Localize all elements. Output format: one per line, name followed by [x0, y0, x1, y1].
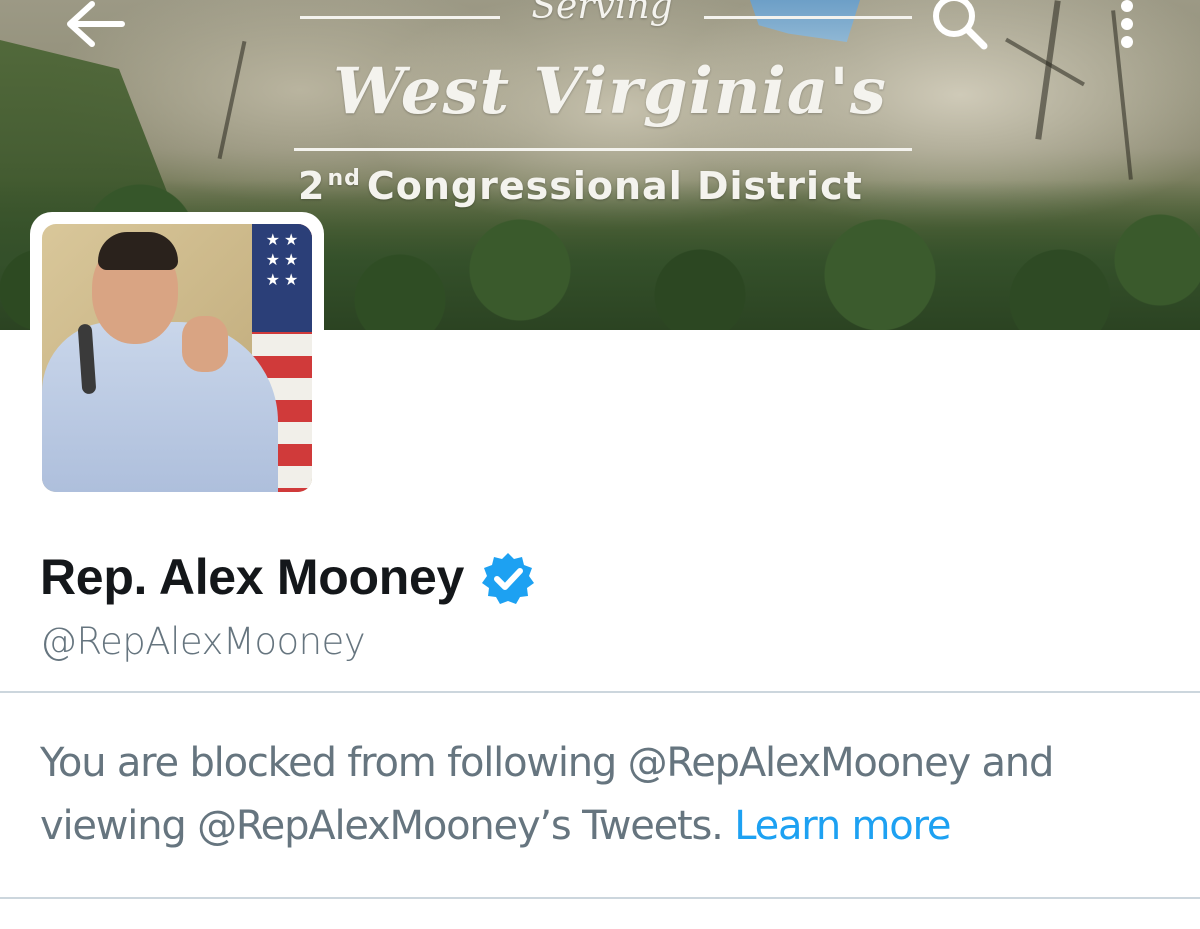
- avatar-hair: [98, 232, 178, 270]
- district-number: 2: [298, 164, 326, 208]
- banner-serving-text: Serving: [531, 0, 673, 27]
- avatar-shirt: [42, 322, 278, 492]
- search-button[interactable]: [928, 0, 990, 55]
- profile-avatar[interactable]: ★ ★ ★ ★ ★ ★: [30, 212, 324, 504]
- more-vertical-icon: [1121, 0, 1133, 48]
- learn-more-link[interactable]: Learn more: [734, 803, 951, 849]
- banner-brand: Serving West Virginia's 2nd Congressional…: [290, 0, 930, 215]
- flag-canton: ★ ★ ★ ★ ★ ★: [252, 224, 312, 332]
- back-button[interactable]: [62, 0, 126, 50]
- district-label: Congressional District: [366, 164, 863, 208]
- banner-rule: [294, 148, 912, 151]
- banner-district-text: 2nd Congressional District: [290, 164, 930, 208]
- profile-handle: @RepAlexMooney: [40, 620, 366, 663]
- avatar-photo: ★ ★ ★ ★ ★ ★: [42, 224, 312, 492]
- avatar-hand: [182, 316, 228, 372]
- divider: [0, 691, 1200, 693]
- banner-rule: [704, 16, 912, 19]
- district-ordinal: nd: [327, 166, 361, 191]
- profile-name: Rep. Alex Mooney: [40, 549, 464, 605]
- verified-badge-icon: [481, 553, 534, 604]
- arrow-left-icon: [67, 1, 125, 47]
- divider: [0, 897, 1200, 899]
- banner-state-text: West Virginia's: [333, 54, 887, 129]
- banner-rule: [300, 16, 500, 19]
- more-options-button[interactable]: [1110, 0, 1144, 52]
- blocked-notice: You are blocked from following @RepAlexM…: [40, 732, 1180, 858]
- search-icon: [933, 0, 988, 50]
- profile-name-row: Rep. Alex Mooney: [40, 542, 536, 612]
- banner-rock-crack: [217, 40, 247, 160]
